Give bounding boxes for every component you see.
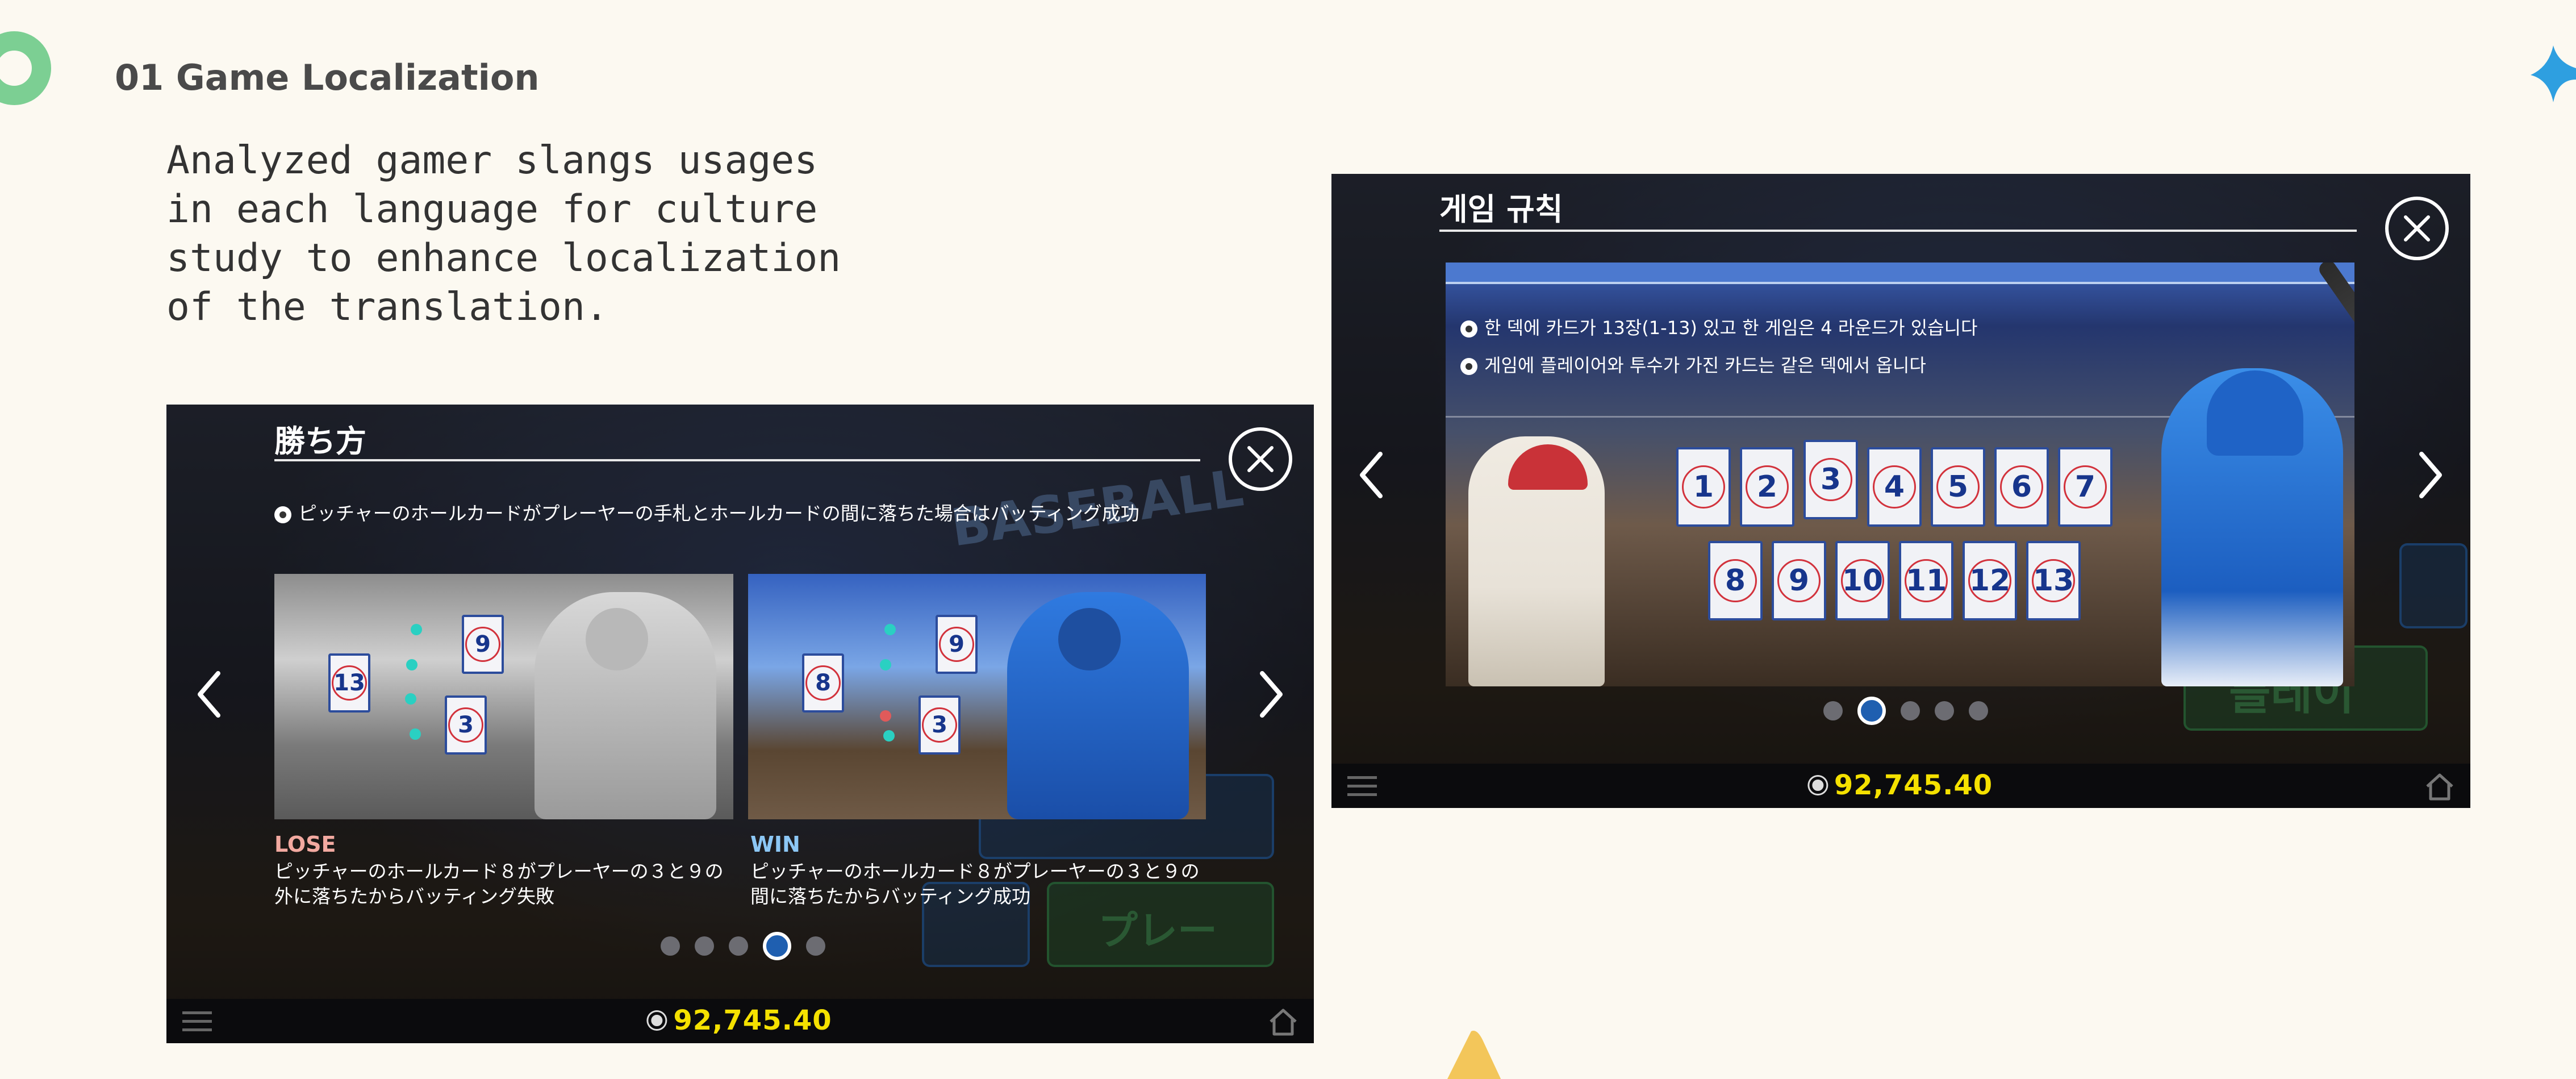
chevron-left-icon [1360, 452, 1383, 498]
close-icon [1247, 446, 1274, 472]
card: 8 [802, 653, 844, 713]
page-dot-active[interactable] [763, 932, 791, 960]
rule-line: 게임에 플레이어와 투수가 가진 카드는 같은 덱에서 옵니다 [1460, 351, 1926, 377]
prev-arrow-button[interactable] [192, 666, 226, 723]
panel-title: 게임 규칙 [1439, 191, 1563, 227]
seam-dot [406, 659, 417, 670]
home-icon[interactable] [1267, 1007, 1299, 1036]
title-underline [274, 459, 1200, 461]
card: 1 [1676, 447, 1731, 527]
card: 10 [1835, 541, 1890, 620]
page-dot[interactable] [695, 936, 714, 956]
page-dot-active[interactable] [1857, 697, 1886, 725]
seam-dot [880, 710, 891, 722]
bullet-icon [1460, 358, 1477, 375]
chevron-left-icon [198, 671, 220, 718]
next-arrow-button[interactable] [1254, 666, 1288, 723]
card: 9 [1772, 541, 1826, 620]
page-dot[interactable] [661, 936, 680, 956]
win-description: ピッチャーのホールカード８がプレーヤーの３と９の 間に落ちたからバッティング成功 [750, 860, 1200, 907]
lose-description: ピッチャーのホールカード８がプレーヤーの３と９の 外に落ちたからバッティング失敗 [274, 860, 724, 907]
prev-arrow-button[interactable] [1354, 447, 1388, 503]
section-description: Analyzed gamer slangs usages in each lan… [166, 138, 841, 330]
seam-dot [405, 693, 416, 705]
rule-line: 한 덱에 카드가 13장(1-13) 있고 한 게임은 4 라운드가 있습니다 [1460, 314, 1977, 340]
card: 9 [462, 615, 504, 674]
footer-bar: 92,745.40 [1331, 764, 2470, 808]
bullet-icon [1460, 320, 1477, 338]
rule-text: 게임에 플레이어와 투수가 가진 카드는 같은 덱에서 옵니다 [1484, 355, 1926, 376]
card: 4 [1867, 447, 1922, 527]
ghost-side-button [2399, 543, 2468, 628]
page-dot[interactable] [729, 936, 748, 956]
pagination-dots [661, 932, 825, 960]
menu-icon[interactable] [1347, 776, 1377, 798]
bat-figure [2316, 263, 2354, 407]
decorative-triangle [1447, 1031, 1501, 1079]
rules-illustration: 한 덱에 카드가 13장(1-13) 있고 한 게임은 4 라운드가 있습니다 … [1446, 263, 2354, 686]
close-icon [2404, 215, 2430, 241]
card: 6 [1994, 447, 2049, 527]
game-panel-japanese: BASEBALL プレー 勝ち方 ピッチャーのホールカードがプレーヤーの手札とホ… [166, 405, 1314, 1043]
card: 12 [1963, 541, 2017, 620]
seam-dot [410, 728, 421, 740]
rule-line: ピッチャーのホールカードがプレーヤーの手札とホールカードの間に落ちた場合はバッテ… [274, 498, 1139, 526]
page-dot[interactable] [1901, 701, 1920, 720]
next-arrow-button[interactable] [2414, 447, 2448, 503]
page-dot[interactable] [1935, 701, 1954, 720]
rule-text: 한 덱에 카드가 13장(1-13) 있고 한 게임은 4 라운드가 있습니다 [1484, 317, 1978, 339]
lose-label: LOSE [274, 832, 336, 857]
balance-display: 92,745.40 [648, 1005, 832, 1036]
card: 3 [1803, 440, 1858, 519]
page-dot[interactable] [1969, 701, 1988, 720]
card: 13 [328, 653, 370, 713]
chevron-right-icon [1260, 671, 1283, 718]
card: 5 [1931, 447, 1985, 527]
board-header-strip [1446, 263, 2354, 284]
decorative-cross [2531, 45, 2576, 102]
coin-icon [648, 1012, 666, 1029]
game-panel-korean: 플레이 게임 규칙 한 덱에 카드가 13장(1-13) 있고 한 게임은 4 … [1331, 174, 2470, 808]
page-dot[interactable] [806, 936, 825, 956]
win-label: WIN [750, 832, 800, 857]
win-scene-image: 8 9 3 [748, 574, 1206, 819]
seam-dot [880, 659, 891, 670]
batter-head [1058, 608, 1121, 670]
card: 3 [918, 695, 961, 755]
pagination-dots [1823, 697, 1988, 725]
menu-icon[interactable] [182, 1011, 212, 1033]
balance-value: 92,745.40 [673, 1005, 832, 1036]
seam-dot [884, 624, 896, 635]
balance-value: 92,745.40 [1834, 769, 1993, 801]
card: 2 [1740, 447, 1794, 527]
coin-icon [1809, 777, 1826, 794]
seam-dot [883, 730, 895, 741]
card: 7 [2058, 447, 2112, 527]
chevron-right-icon [2419, 452, 2442, 498]
batter-head [586, 608, 648, 670]
card: 3 [445, 695, 487, 755]
seam-dot [411, 624, 422, 635]
page-dot[interactable] [1823, 701, 1843, 720]
close-button[interactable] [1229, 427, 1292, 491]
balance-display: 92,745.40 [1809, 769, 1993, 801]
card: 9 [936, 615, 978, 674]
title-underline [1439, 230, 2357, 232]
close-button[interactable] [2385, 197, 2449, 260]
decorative-ring [0, 31, 51, 105]
footer-bar: 92,745.40 [166, 999, 1314, 1043]
card: 11 [1899, 541, 1953, 620]
rule-text: ピッチャーのホールカードがプレーヤーの手札とホールカードの間に落ちた場合はバッテ… [298, 502, 1139, 524]
home-icon[interactable] [2424, 772, 2456, 801]
section-heading: 01 Game Localization [115, 57, 540, 98]
card: 8 [1708, 541, 1763, 620]
card: 13 [2026, 541, 2081, 620]
lose-scene-image: 13 9 3 [274, 574, 733, 819]
bullet-icon [274, 506, 291, 523]
panel-title: 勝ち方 [274, 423, 366, 459]
